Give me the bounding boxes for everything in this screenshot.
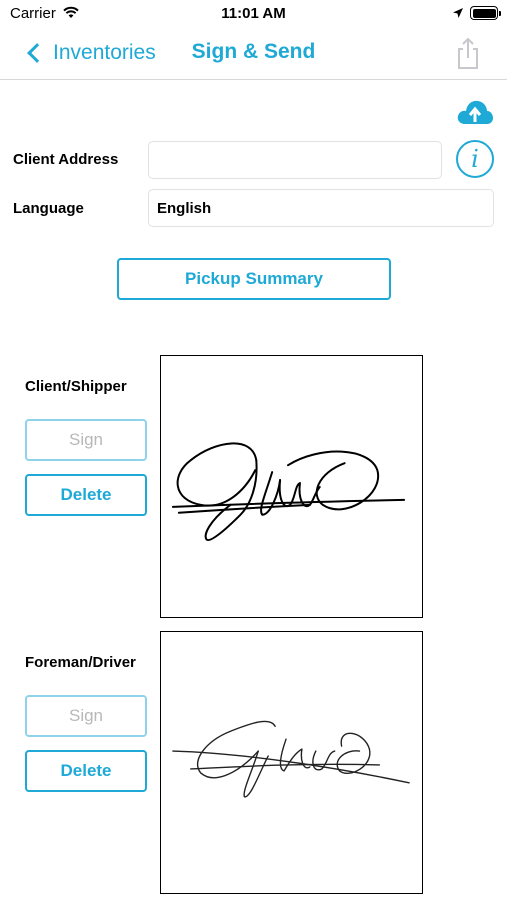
navigation-bar: Inventories Sign & Send bbox=[0, 28, 507, 80]
foreman-sign-button[interactable]: Sign bbox=[25, 695, 147, 737]
share-icon[interactable] bbox=[453, 36, 483, 70]
client-address-field[interactable] bbox=[148, 141, 442, 179]
status-bar: Carrier 11:01 AM bbox=[0, 0, 507, 28]
location-arrow-icon bbox=[453, 8, 463, 18]
back-button[interactable]: Inventories bbox=[22, 36, 156, 70]
client-address-label: Client Address bbox=[13, 151, 119, 168]
client-shipper-label: Client/Shipper bbox=[25, 378, 127, 395]
info-icon[interactable]: i bbox=[456, 140, 494, 178]
foreman-delete-button[interactable]: Delete bbox=[25, 750, 147, 792]
foreman-signature-pad[interactable] bbox=[160, 631, 423, 894]
client-signature-image bbox=[171, 442, 406, 541]
cloud-upload-icon[interactable] bbox=[456, 97, 494, 127]
pickup-summary-button[interactable]: Pickup Summary bbox=[117, 258, 391, 300]
client-delete-button[interactable]: Delete bbox=[25, 474, 147, 516]
language-field[interactable] bbox=[148, 189, 494, 227]
battery-icon bbox=[470, 6, 501, 20]
foreman-signature-image bbox=[172, 720, 410, 798]
client-sign-button[interactable]: Sign bbox=[25, 419, 147, 461]
back-label: Inventories bbox=[53, 41, 156, 64]
client-signature-pad[interactable] bbox=[160, 355, 423, 618]
chevron-left-icon bbox=[27, 43, 47, 63]
status-time: 11:01 AM bbox=[221, 5, 286, 22]
foreman-driver-label: Foreman/Driver bbox=[25, 654, 136, 671]
language-label: Language bbox=[13, 200, 84, 217]
